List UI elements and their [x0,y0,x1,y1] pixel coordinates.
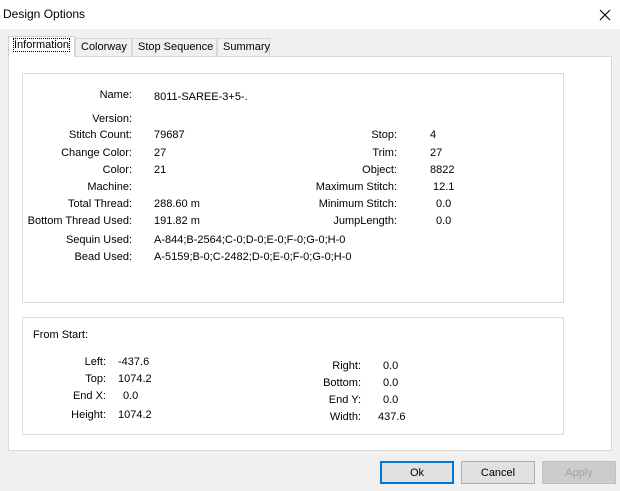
bead-used-value: A-5159;B-0;C-2482;D-0;E-0;F-0;G-0;H-0 [154,251,352,263]
width-label: Width: [329,411,361,423]
version-label: Version: [92,113,132,125]
bottom-value: 0.0 [383,377,399,389]
window-title: Design Options [3,7,86,21]
right-label: Right: [332,360,361,372]
name-value: 8011-SAREE-3+5-. [154,91,248,103]
tab-colorway[interactable]: Colorway [75,38,132,56]
top-value: 1074.2 [118,373,152,385]
total-thread-label: Total Thread: [67,198,132,210]
stitch-count-label: Stitch Count: [69,129,132,141]
end-x-label: End X: [72,390,106,402]
bottom-label: Bottom: [323,377,361,389]
left-label: Left: [84,356,106,368]
close-icon [599,9,611,20]
object-label: Object: [362,164,397,176]
minimum-stitch-label: Minimum Stitch: [318,198,397,210]
sequin-used-value: A-844;B-2564;C-0;D-0;E-0;F-0;G-0;H-0 [154,234,346,246]
stitch-count-value: 79687 [154,129,185,141]
apply-button[interactable]: Apply [542,461,616,484]
tab-stop-sequence[interactable]: Stop Sequence [132,38,217,56]
change-color-value: 27 [154,147,167,159]
stop-value: 4 [430,129,437,141]
title-bar: Design Options [0,0,620,29]
name-label: Name: [99,89,132,101]
end-y-label: End Y: [328,394,361,406]
object-value: 8822 [430,164,455,176]
color-value: 21 [154,164,167,176]
width-value: 437.6 [378,411,406,423]
jump-length-value: 0.0 [436,215,452,227]
jump-length-label: JumpLength: [333,215,397,227]
from-start-title: From Start: [33,329,89,341]
bottom-thread-label: Bottom Thread Used: [27,215,132,227]
tab-information[interactable]: Information [8,36,75,57]
trim-label: Trim: [372,147,397,159]
bottom-thread-value: 191.82 m [154,215,200,227]
sequin-used-label: Sequin Used: [65,234,132,246]
right-value: 0.0 [383,360,399,372]
bead-used-label: Bead Used: [74,251,132,263]
design-info-group: Name: 8011-SAREE-3+5-. Version: Stitch C… [22,73,564,303]
tab-label: Information [12,38,71,52]
cancel-button[interactable]: Cancel [461,461,535,484]
ok-button[interactable]: Ok [380,461,454,484]
top-label: Top: [85,373,106,385]
height-value: 1074.2 [118,409,152,421]
maximum-stitch-label: Maximum Stitch: [315,181,397,193]
total-thread-value: 288.60 m [154,198,200,210]
machine-label: Machine: [87,181,132,193]
stop-label: Stop: [371,129,397,141]
tab-summary[interactable]: Summary [217,38,270,56]
trim-value: 27 [430,147,443,159]
close-button[interactable] [590,0,620,29]
left-value: -437.6 [118,356,150,368]
color-label: Color: [102,164,132,176]
information-panel: Name: 8011-SAREE-3+5-. Version: Stitch C… [8,56,612,451]
end-x-value: 0.0 [123,390,139,402]
from-start-group: From Start: Left: -437.6 Top: 1074.2 End… [22,317,564,435]
end-y-value: 0.0 [383,394,399,406]
change-color-label: Change Color: [61,147,132,159]
maximum-stitch-value: 12.1 [433,181,455,193]
height-label: Height: [71,409,106,421]
minimum-stitch-value: 0.0 [436,198,452,210]
